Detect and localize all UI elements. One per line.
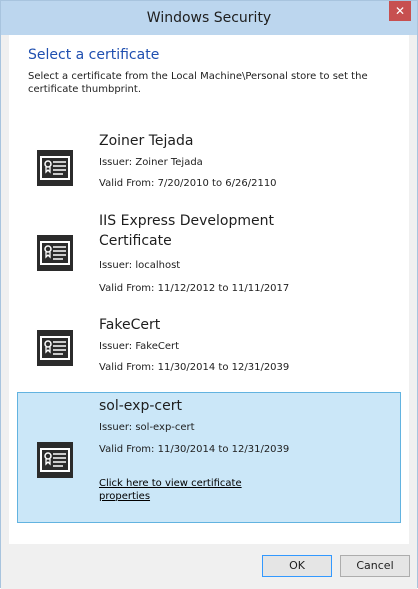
windows-security-dialog: Windows Security ✕ Select a certificate … (0, 0, 418, 589)
certificate-valid-from: Valid From: 11/12/2012 to 11/11/2017 (99, 283, 290, 294)
certificate-icon (37, 442, 73, 478)
certificate-issuer: Issuer: FakeCert (99, 341, 180, 352)
dialog-description: Select a certificate from the Local Mach… (28, 71, 368, 95)
certificate-item-zoiner-tejada[interactable]: Zoiner Tejada Issuer: Zoiner Tejada Vali… (17, 127, 401, 199)
close-button[interactable]: ✕ (389, 1, 411, 21)
ok-button[interactable]: OK (262, 555, 332, 577)
certificate-issuer: Issuer: localhost (99, 260, 181, 271)
certificate-icon (37, 235, 73, 271)
certificate-valid-from: Valid From: 11/30/2014 to 12/31/2039 (99, 444, 290, 455)
certificate-name: sol-exp-cert (99, 398, 182, 414)
window-title: Windows Security (146, 10, 272, 26)
view-certificate-properties-link[interactable]: Click here to view certificate propertie… (99, 477, 259, 503)
certificate-issuer: Issuer: Zoiner Tejada (99, 157, 203, 168)
certificate-name: IIS Express Development Certificate (99, 213, 274, 249)
certificate-valid-from: Valid From: 11/30/2014 to 12/31/2039 (99, 362, 290, 373)
certificate-issuer: Issuer: sol-exp-cert (99, 422, 195, 433)
certificate-item-sol-exp-cert[interactable]: sol-exp-cert Issuer: sol-exp-cert Valid … (17, 392, 401, 523)
certificate-icon (37, 330, 73, 366)
dialog-content: Select a certificate Select a certificat… (9, 35, 409, 544)
title-bar[interactable]: Windows Security ✕ (1, 1, 417, 35)
dialog-heading: Select a certificate (28, 47, 160, 63)
cancel-button[interactable]: Cancel (340, 555, 410, 577)
certificate-name: FakeCert (99, 317, 161, 333)
certificate-item-iis-express[interactable]: IIS Express Development Certificate Issu… (17, 207, 401, 303)
certificate-valid-from: Valid From: 7/20/2010 to 6/26/2110 (99, 178, 277, 189)
certificate-icon (37, 150, 73, 186)
certificate-name: Zoiner Tejada (99, 133, 194, 149)
certificate-item-fakecert[interactable]: FakeCert Issuer: FakeCert Valid From: 11… (17, 311, 401, 383)
